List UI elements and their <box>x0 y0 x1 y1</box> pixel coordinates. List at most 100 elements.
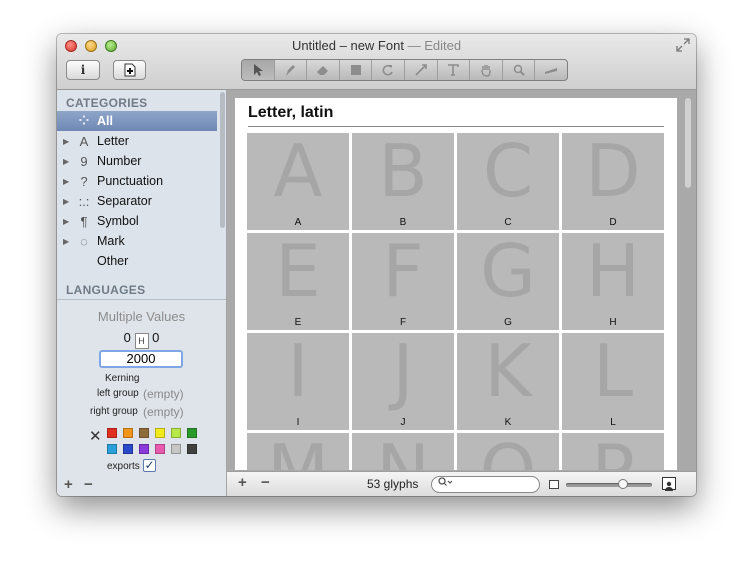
glyph-overview: Letter, latin AABBCCDDEEFFGGHHIIJJKKLLMN… <box>227 90 696 496</box>
section-divider <box>248 126 664 127</box>
exports-checkbox[interactable]: ✓ <box>143 459 156 472</box>
glyph-cell-k[interactable]: KK <box>457 329 559 430</box>
small-glyphs-icon[interactable] <box>549 480 559 489</box>
rotate-icon <box>382 64 393 76</box>
exports-label: exports <box>107 461 140 472</box>
categories-header: CATEGORIES <box>66 96 148 110</box>
clear-color-icon[interactable]: ✕ <box>89 427 102 445</box>
glyph-cell-l[interactable]: LL <box>562 329 664 430</box>
glyph-info-panel: Multiple Values 0 H 0 2000 Kerning left … <box>57 299 226 496</box>
hand-tool-button[interactable] <box>470 60 503 80</box>
fullscreen-icon[interactable] <box>676 38 690 52</box>
eraser-tool-button[interactable] <box>307 60 340 80</box>
sidebar-item-separator[interactable]: ▶:.: Separator <box>57 191 217 211</box>
checkmark-icon: ✓ <box>144 458 155 472</box>
rectangle-tool-button[interactable] <box>340 60 373 80</box>
ruler-icon <box>545 68 558 74</box>
status-bar: + − 53 glyphs <box>227 471 696 496</box>
info-button[interactable]: i <box>66 60 100 80</box>
disclosure-triangle-icon[interactable]: ▶ <box>63 197 75 206</box>
category-icon: ⁘ <box>78 113 90 128</box>
glyph-preview: N <box>352 429 454 470</box>
sidebar-item-label: Separator <box>97 194 152 208</box>
glyph-cell-c[interactable]: CC <box>457 129 559 230</box>
disclosure-triangle-icon[interactable]: ▶ <box>63 157 75 166</box>
glyph-cell-b[interactable]: BB <box>352 129 454 230</box>
glyph-name-label: C <box>504 217 512 228</box>
glyph-preview: F <box>382 229 424 313</box>
sidebar-item-symbol[interactable]: ▶ ¶ Symbol <box>57 211 217 231</box>
left-sidebearing-field[interactable]: 0 <box>124 330 131 345</box>
person-icon <box>665 481 673 491</box>
add-glyph-button[interactable] <box>113 60 146 80</box>
disclosure-triangle-icon[interactable]: ▶ <box>63 137 75 146</box>
glyph-cell-e[interactable]: EE <box>247 229 349 330</box>
glyph-cell-i[interactable]: II <box>247 329 349 430</box>
sidebar-scroll-thumb[interactable] <box>220 92 225 228</box>
magnifier-icon <box>513 64 525 76</box>
glyph-cell-o[interactable]: O <box>457 429 559 470</box>
zoom-tool-button[interactable] <box>503 60 536 80</box>
add-glyph-small-button[interactable]: + <box>238 474 247 491</box>
glyph-count: 53 glyphs <box>367 477 419 491</box>
draw-tool-button[interactable] <box>275 60 308 80</box>
zoom-slider-knob[interactable] <box>617 479 628 489</box>
color-swatch[interactable] <box>123 444 133 454</box>
color-swatch[interactable] <box>139 444 149 454</box>
color-swatch[interactable] <box>187 428 197 438</box>
color-swatch[interactable] <box>171 428 181 438</box>
disclosure-triangle-icon[interactable]: ▶ <box>63 217 75 226</box>
remove-glyph-button[interactable]: − <box>261 474 270 491</box>
text-tool-button[interactable] <box>438 60 471 80</box>
glyph-cell-d[interactable]: DD <box>562 129 664 230</box>
glyph-cell-h[interactable]: HH <box>562 229 664 330</box>
width-field[interactable]: 2000 <box>99 350 183 368</box>
color-swatch[interactable] <box>187 444 197 454</box>
disclosure-triangle-icon[interactable]: ▶ <box>63 177 75 186</box>
color-swatch[interactable] <box>155 444 165 454</box>
select-tool-button[interactable] <box>242 60 275 80</box>
measure-tool-button[interactable] <box>535 60 567 80</box>
color-swatch[interactable] <box>123 428 133 438</box>
color-swatch[interactable] <box>139 428 149 438</box>
window-title-text: Untitled – new Font <box>291 38 404 53</box>
rotate-tool-button[interactable] <box>372 60 405 80</box>
glyph-cell-p[interactable]: P <box>562 429 664 470</box>
search-icon <box>438 477 453 486</box>
sidebar-item-all[interactable]: ⁘ All <box>57 111 217 131</box>
add-button[interactable]: + <box>64 476 73 493</box>
glyph-name-label: J <box>400 417 406 428</box>
metrics-link-icon[interactable]: H <box>134 333 149 349</box>
color-swatch[interactable] <box>155 428 165 438</box>
glyph-cell-a[interactable]: AA <box>247 129 349 230</box>
right-group-field[interactable]: (empty) <box>143 405 184 419</box>
sidebar-item-other[interactable]: Other <box>57 251 217 271</box>
scale-tool-button[interactable] <box>405 60 438 80</box>
sidebar-item-label: Mark <box>97 234 125 248</box>
color-swatch[interactable] <box>107 428 117 438</box>
glyph-cell-j[interactable]: JJ <box>352 329 454 430</box>
left-group-field[interactable]: (empty) <box>143 387 184 401</box>
overview-scroll-thumb[interactable] <box>685 98 691 188</box>
right-sidebearing-field[interactable]: 0 <box>152 330 159 345</box>
sidebar-scrollbar[interactable] <box>219 90 225 290</box>
glyph-preview: D <box>585 129 641 213</box>
zoom-slider[interactable] <box>566 479 652 489</box>
glyph-cell-m[interactable]: M <box>247 429 349 470</box>
search-field[interactable] <box>431 476 540 493</box>
glyph-cell-g[interactable]: GG <box>457 229 559 330</box>
overview-scrollbar[interactable] <box>684 92 692 466</box>
languages-header: LANGUAGES <box>66 283 146 297</box>
sidebar-item-mark[interactable]: ▶ ◌ Mark <box>57 231 217 251</box>
sidebar-item-number[interactable]: ▶ 9 Number <box>57 151 217 171</box>
category-icon: ¶ <box>80 213 88 229</box>
color-swatch[interactable] <box>107 444 117 454</box>
glyph-cell-n[interactable]: N <box>352 429 454 470</box>
color-swatch[interactable] <box>171 444 181 454</box>
disclosure-triangle-icon[interactable]: ▶ <box>63 237 75 246</box>
large-glyphs-icon[interactable] <box>662 477 676 491</box>
sidebar-item-punctuation[interactable]: ▶? Punctuation <box>57 171 217 191</box>
remove-button[interactable]: − <box>84 476 93 493</box>
sidebar-item-letter[interactable]: ▶ A Letter <box>57 131 217 151</box>
glyph-cell-f[interactable]: FF <box>352 229 454 330</box>
